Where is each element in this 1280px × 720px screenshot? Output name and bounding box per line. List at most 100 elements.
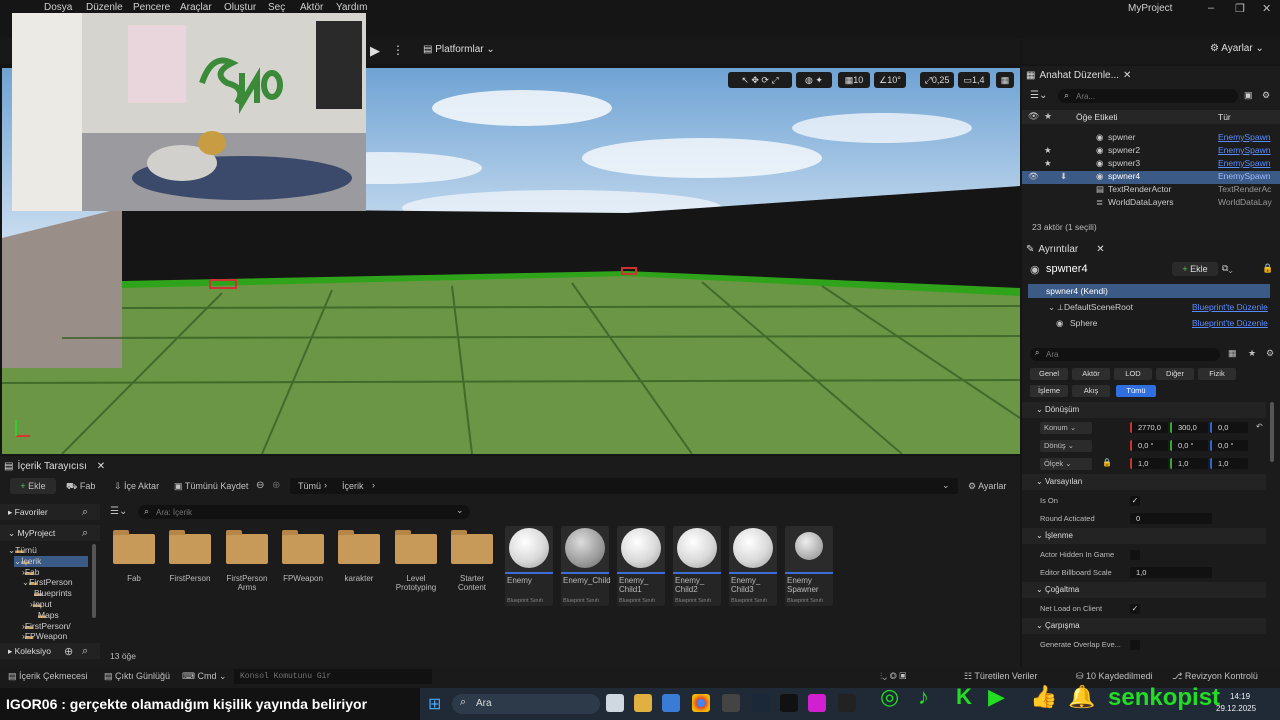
add-button[interactable]: + Ekle bbox=[10, 478, 56, 494]
reset-icon[interactable]: ↶ bbox=[1256, 422, 1263, 431]
section-transform[interactable]: ⌄ Dönüşüm bbox=[1022, 402, 1266, 418]
folder-item[interactable]: Level Prototyping bbox=[395, 528, 441, 592]
details-search-input[interactable] bbox=[1046, 349, 1206, 360]
actor-hidden-checkbox[interactable] bbox=[1130, 550, 1140, 560]
chrome-icon[interactable] bbox=[692, 694, 710, 712]
platforms-button[interactable]: ▤ Platformlar ⌄ bbox=[423, 44, 495, 55]
forward-icon[interactable]: ⊕ bbox=[272, 480, 280, 491]
menu-help[interactable]: Yardım bbox=[336, 2, 368, 13]
chevron-down-icon[interactable]: ⌄ bbox=[456, 505, 464, 516]
component-name[interactable]: DefaultSceneRoot bbox=[1064, 302, 1133, 312]
unsaved-button[interactable]: ⛁ 10 Kaydedilmedi bbox=[1076, 671, 1153, 682]
menu-tools[interactable]: Araçlar bbox=[180, 2, 212, 13]
folder-item[interactable]: karakter bbox=[338, 528, 384, 583]
outliner-row[interactable]: ≣ WorldDataLayers WorldDataLay bbox=[1022, 197, 1280, 210]
menu-window[interactable]: Pencere bbox=[133, 2, 170, 13]
details-scrollbar[interactable] bbox=[1270, 402, 1274, 462]
section-rendering[interactable]: ⌄ İşlenme bbox=[1022, 528, 1266, 544]
tree-item[interactable]: › ▬ FirstPerson/ bbox=[22, 621, 71, 631]
favorites-header[interactable]: ▸ Favoriler ⌕ bbox=[0, 504, 100, 520]
add-component-button[interactable]: + Ekle bbox=[1172, 262, 1218, 276]
obs-icon[interactable] bbox=[722, 694, 740, 712]
content-drawer-button[interactable]: ▤ İçerik Çekmecesi bbox=[8, 671, 88, 682]
menu-actor[interactable]: Aktör bbox=[300, 2, 323, 13]
asset-item[interactable]: Enemy_ Child1 Blueprint Sınıfı bbox=[617, 526, 665, 606]
world-local-toggle[interactable]: ◍ ✦ bbox=[796, 72, 832, 88]
menu-edit[interactable]: Düzenle bbox=[86, 2, 123, 13]
layout-icon[interactable]: ▦ bbox=[996, 72, 1014, 88]
content-settings-button[interactable]: ⚙ Ayarlar bbox=[968, 481, 1006, 492]
outliner-row[interactable]: ▤ TextRenderActor TextRenderAc bbox=[1022, 184, 1280, 197]
app-icon[interactable] bbox=[662, 694, 680, 712]
windows-icon[interactable]: ⊞ bbox=[428, 694, 441, 714]
unreal-engine-icon[interactable] bbox=[838, 694, 856, 712]
folder-item[interactable]: Starter Content bbox=[451, 528, 497, 592]
filter-icon[interactable]: ☰⌄ bbox=[110, 506, 127, 517]
more-options-icon[interactable]: ⋮ bbox=[392, 43, 404, 57]
is-on-checkbox[interactable]: ✓ bbox=[1130, 496, 1140, 506]
project-header[interactable]: ⌄ MyProject ⌕ bbox=[0, 525, 100, 541]
grid-snap[interactable]: ▦ 10 bbox=[838, 72, 870, 88]
content-browser-tab[interactable]: ▤ İçerik Tarayıcısı ✕ bbox=[4, 457, 105, 475]
steam-icon[interactable] bbox=[752, 694, 770, 712]
asset-item[interactable]: Enemy_ Child2 Blueprint Sınıfı bbox=[673, 526, 721, 606]
asset-item[interactable]: Enemy_Child Blueprint Sınıfı bbox=[561, 526, 611, 606]
column-label[interactable]: Öğe Etiketi bbox=[1076, 112, 1118, 122]
derived-data-button[interactable]: ☷ Türetilen Veriler bbox=[964, 671, 1037, 682]
row-type[interactable]: EnemySpawn bbox=[1218, 158, 1270, 168]
component-name[interactable]: Sphere bbox=[1070, 318, 1097, 328]
revision-control-button[interactable]: ⎇ Revizyon Kontrolü bbox=[1172, 671, 1258, 682]
import-button[interactable]: ⇩ İçe Aktar bbox=[114, 481, 159, 492]
chevron-down-icon[interactable]: ⌄ bbox=[942, 480, 950, 491]
content-search[interactable]: ⌕ ⌄ bbox=[138, 505, 470, 519]
settings-button-right[interactable]: ⚙ Ayarlar ⌄ bbox=[1210, 43, 1264, 54]
scale-snap[interactable]: ⤢ 0,25 bbox=[920, 72, 954, 88]
menu-create[interactable]: Oluştur bbox=[224, 2, 256, 13]
filter-icon[interactable]: ☰⌄ bbox=[1030, 90, 1047, 101]
close-tab-icon[interactable]: ✕ bbox=[97, 461, 105, 472]
details-search[interactable]: ⌕ bbox=[1030, 348, 1220, 361]
folder-item[interactable]: FirstPerson Arms bbox=[226, 528, 272, 592]
collections-header[interactable]: ▸ Koleksiyo ⊕ ⌕ bbox=[0, 643, 100, 659]
epic-games-icon[interactable] bbox=[780, 694, 798, 712]
round-activated-field[interactable]: 0 bbox=[1130, 513, 1212, 524]
tree-scrollbar[interactable] bbox=[92, 544, 96, 618]
app-icon[interactable] bbox=[808, 694, 826, 712]
add-collection-icon[interactable]: ⊕ bbox=[64, 645, 73, 658]
rotation-snap[interactable]: ∠ 10° bbox=[874, 72, 906, 88]
filter-general[interactable]: Genel bbox=[1030, 368, 1068, 380]
folder-item[interactable]: FirstPerson bbox=[169, 528, 215, 583]
generate-overlap-checkbox[interactable] bbox=[1130, 640, 1140, 650]
path-bar[interactable]: Tümü › İçerik › ⌄ bbox=[290, 478, 958, 494]
folder-item[interactable]: Fab bbox=[113, 528, 159, 583]
favorites-star-icon[interactable]: ★ bbox=[1248, 348, 1256, 359]
fab-button[interactable]: ⛟ Fab bbox=[66, 481, 95, 493]
filter-streaming[interactable]: Akış bbox=[1072, 385, 1110, 397]
filter-lod[interactable]: LOD bbox=[1114, 368, 1152, 380]
asset-item[interactable]: Enemy_ Child3 Blueprint Sınıfı bbox=[729, 526, 777, 606]
close-tab-icon[interactable]: ✕ bbox=[1096, 244, 1104, 255]
transform-tools[interactable]: ↖ ✥ ⟳ ⤢ bbox=[728, 72, 792, 88]
outliner-row[interactable]: ◉ spwner EnemySpawn bbox=[1022, 132, 1280, 145]
location-dropdown[interactable]: Konum ⌄ bbox=[1040, 422, 1092, 434]
search-icon[interactable]: ⌕ bbox=[82, 506, 88, 519]
edit-in-blueprint-link[interactable]: Blueprint'te Düzenle bbox=[1192, 318, 1268, 328]
lock-icon[interactable]: 🔒 bbox=[1262, 263, 1273, 274]
folder-add-icon[interactable]: ▣ bbox=[1244, 90, 1253, 101]
asset-item[interactable]: Enemy Spawner Blueprint Sınıfı bbox=[785, 526, 833, 606]
rotation-dropdown[interactable]: Dönüş ⌄ bbox=[1040, 440, 1092, 452]
section-collision[interactable]: ⌄ Çarpışma bbox=[1022, 618, 1266, 634]
filter-misc[interactable]: Diğer bbox=[1156, 368, 1194, 380]
content-search-input[interactable] bbox=[156, 506, 446, 518]
scale-y[interactable]: 1,0 bbox=[1170, 458, 1208, 469]
filter-actor[interactable]: Aktör bbox=[1072, 368, 1110, 380]
row-type[interactable]: EnemySpawn bbox=[1218, 132, 1270, 142]
cmd-dropdown[interactable]: ⌨ Cmd ⌄ bbox=[182, 671, 227, 682]
outliner-row[interactable]: ★ ◉ spwner3 EnemySpawn bbox=[1022, 158, 1280, 171]
blueprint-options-icon[interactable]: ⧉⌄ bbox=[1222, 263, 1233, 274]
outliner-row-selected[interactable]: 👁 ⬇ ◉ spwner4 EnemySpawn bbox=[1022, 171, 1280, 184]
minimize-icon[interactable]: – bbox=[1208, 2, 1214, 14]
rotation-x[interactable]: 0,0 ° bbox=[1130, 440, 1168, 451]
menu-file[interactable]: Dosya bbox=[44, 2, 72, 13]
row-type[interactable]: EnemySpawn bbox=[1218, 171, 1270, 181]
